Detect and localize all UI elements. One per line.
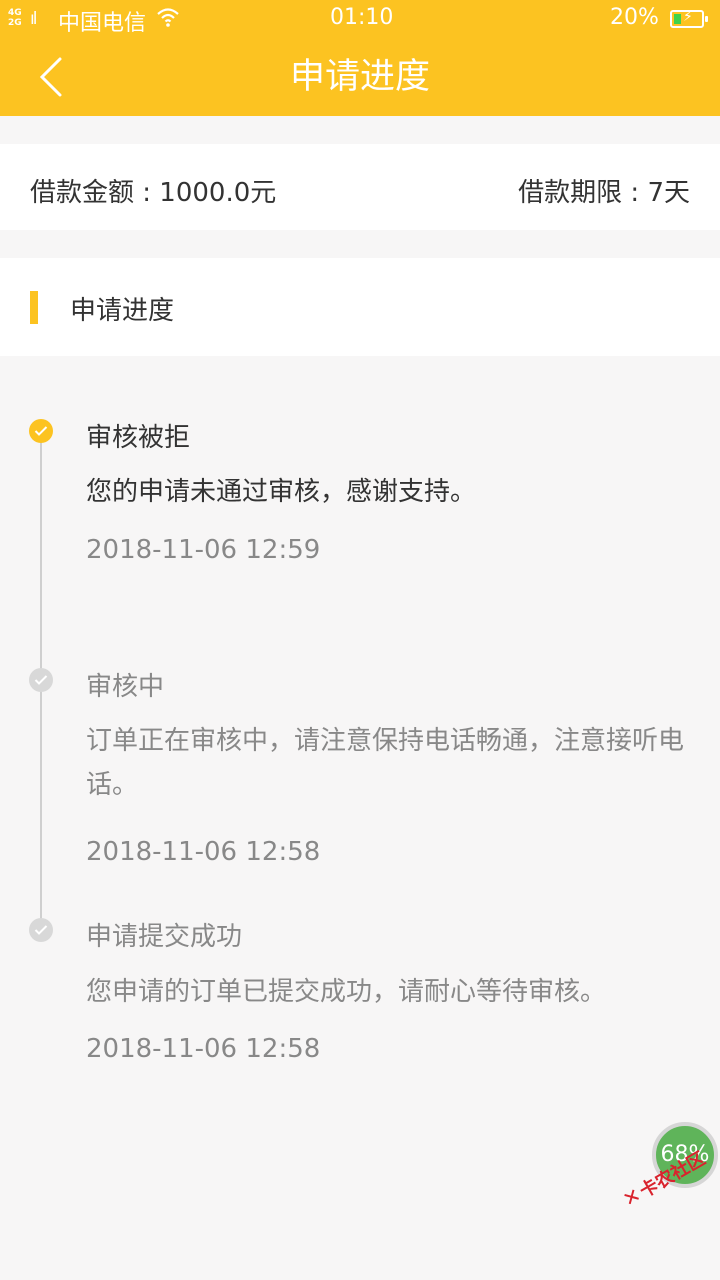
loan-term: 借款期限 : 7天 <box>518 178 690 208</box>
step-title: 申请提交成功 <box>86 922 243 952</box>
section-title: 申请进度 <box>70 296 175 326</box>
step-title: 审核中 <box>86 672 165 702</box>
step-time: 2018-11-06 12:58 <box>86 837 321 867</box>
step-time: 2018-11-06 12:58 <box>86 1034 321 1064</box>
section-header: 申请进度 <box>0 258 720 356</box>
battery-icon: ⚡ <box>670 9 708 28</box>
chevron-left-icon <box>39 57 62 97</box>
step-description: 您的申请未通过审核，感谢支持。 <box>86 477 477 507</box>
status-bar: 4G 2G ıl 中国电信 01:10 20% ⚡ <box>0 0 720 38</box>
check-icon <box>29 918 53 942</box>
check-icon <box>29 668 53 692</box>
page-title: 申请进度 <box>289 57 430 97</box>
clock: 01:10 <box>330 5 394 30</box>
carrier-name: 中国电信 <box>58 11 147 36</box>
loan-amount: 借款金额 : 1000.0元 <box>30 178 277 208</box>
wifi-icon <box>157 8 179 27</box>
step-title: 审核被拒 <box>86 423 191 453</box>
navigation-bar: 申请进度 <box>0 38 720 116</box>
signal-icon: ıl <box>30 9 38 29</box>
loan-summary: 借款金额 : 1000.0元 借款期限 : 7天 <box>0 144 720 230</box>
step-time: 2018-11-06 12:59 <box>86 535 321 565</box>
battery-percent: 20% <box>610 5 659 30</box>
step-description: 订单正在审核中，请注意保持电话畅通，注意接听电话。 <box>86 726 685 800</box>
back-button[interactable] <box>34 56 74 98</box>
step-description: 您申请的订单已提交成功，请耐心等待审核。 <box>86 977 607 1007</box>
network-type: 4G 2G <box>8 8 22 28</box>
check-icon <box>29 419 53 443</box>
section-accent-bar <box>30 291 38 324</box>
